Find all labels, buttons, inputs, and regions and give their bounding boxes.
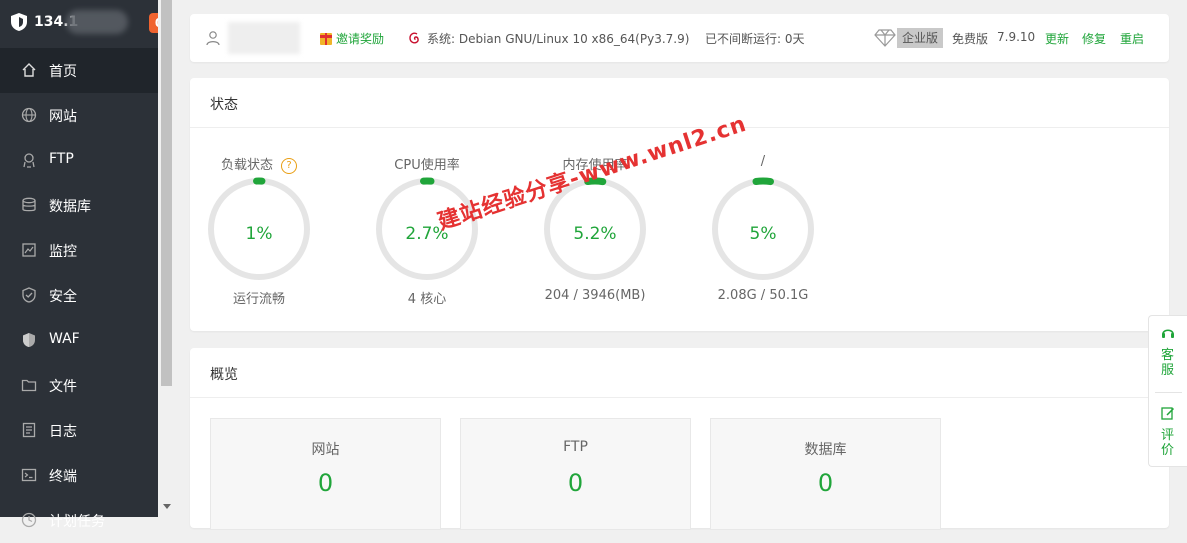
invite-reward-link[interactable]: 邀请奖励 xyxy=(336,30,384,47)
card-label: 网站 xyxy=(311,442,340,458)
sidebar-item-label: 终端 xyxy=(49,469,77,485)
debian-logo-icon xyxy=(409,32,419,44)
headset-icon[interactable] xyxy=(1161,326,1175,340)
scroll-down-arrow-icon[interactable] xyxy=(163,504,171,509)
database-icon xyxy=(22,197,36,212)
header-bar: 邀请奖励 系统: Debian GNU/Linux 10 x86_64(Py3.… xyxy=(190,14,1169,62)
sidebar: 134.1 0 首页 网站 FTP 数据库 监控 安全 WAF 文件 日志 终端 xyxy=(0,0,169,530)
username-redaction xyxy=(228,22,300,54)
panel-version: 7.9.10 xyxy=(997,30,1036,44)
home-icon xyxy=(22,63,36,77)
sidebar-item-label: FTP xyxy=(49,151,74,167)
sidebar-item-logs[interactable]: 日志 xyxy=(0,408,158,453)
sidebar-item-label: 数据库 xyxy=(49,199,91,215)
clock-icon xyxy=(21,512,37,528)
logo-shield-icon xyxy=(11,13,27,31)
sidebar-item-terminal[interactable]: 终端 xyxy=(0,453,158,498)
overview-card-ftp[interactable]: FTP 0 xyxy=(460,418,691,530)
sidebar-item-website[interactable]: 网站 xyxy=(0,93,158,138)
overview-card-database[interactable]: 数据库 0 xyxy=(710,418,941,530)
globe-icon xyxy=(21,107,37,123)
status-panel: 状态 负载状态? 1% 运行流畅 CPU使用率 2.7% 4 核心 内存使用率 … xyxy=(190,78,1169,331)
sidebar-item-home[interactable]: 首页 xyxy=(0,48,158,93)
sidebar-item-label: 文件 xyxy=(49,379,77,395)
enterprise-edition-badge[interactable]: 企业版 xyxy=(897,28,944,48)
overview-card-website[interactable]: 网站 0 xyxy=(210,418,441,530)
gauge-subtext: 204 / 3946(MB) xyxy=(544,288,646,303)
sidebar-header: 134.1 0 xyxy=(0,0,169,48)
sidebar-item-files[interactable]: 文件 xyxy=(0,363,158,408)
log-icon xyxy=(22,422,36,438)
diamond-icon xyxy=(874,29,896,47)
gift-icon xyxy=(320,33,332,45)
overview-title: 概览 xyxy=(210,367,238,383)
overview-panel: 概览 网站 0 FTP 0 数据库 0 xyxy=(190,348,1169,530)
uptime-info: 已不间断运行: 0天 xyxy=(705,32,805,46)
restart-link[interactable]: 重启 xyxy=(1120,30,1144,47)
folder-icon xyxy=(21,379,37,392)
feedback-button[interactable]: 评价 xyxy=(1161,428,1175,458)
customer-service-button[interactable]: 客服 xyxy=(1161,348,1175,378)
sidebar-item-label: 安全 xyxy=(49,289,77,305)
card-count[interactable]: 0 xyxy=(211,469,440,497)
gauge-label: CPU使用率 xyxy=(394,158,460,173)
gauge-subtext: 运行流畅 xyxy=(232,292,285,307)
repair-link[interactable]: 修复 xyxy=(1082,30,1106,47)
free-edition-label: 免费版 xyxy=(952,32,989,46)
sidebar-item-security[interactable]: 安全 xyxy=(0,273,158,318)
sidebar-item-label: 监控 xyxy=(49,244,77,260)
ftp-icon xyxy=(23,153,35,168)
shield-check-icon xyxy=(22,287,36,303)
sidebar-item-label: 网站 xyxy=(49,109,77,125)
gauge-value: 5% xyxy=(749,224,777,244)
system-info: 系统: Debian GNU/Linux 10 x86_64(Py3.7.9) xyxy=(427,32,690,46)
gauge-value: 5.2% xyxy=(573,224,617,244)
sidebar-item-ftp[interactable]: FTP xyxy=(0,138,158,183)
gauge-label: 负载状态? xyxy=(194,154,324,174)
card-label: FTP xyxy=(563,439,588,455)
sidebar-item-cron[interactable]: 计划任务 xyxy=(0,498,158,543)
sidebar-item-label: 计划任务 xyxy=(49,514,105,530)
sidebar-item-label: 首页 xyxy=(49,64,77,80)
divider xyxy=(190,397,1169,398)
card-count[interactable]: 0 xyxy=(711,469,940,497)
scrollbar-thumb[interactable] xyxy=(161,0,172,386)
divider xyxy=(1155,392,1182,393)
sidebar-item-label: WAF xyxy=(49,331,80,347)
gauge-subtext: 2.08G / 50.1G xyxy=(717,288,809,303)
floating-support-widget: 客服 评价 xyxy=(1148,315,1187,467)
update-link[interactable]: 更新 xyxy=(1045,30,1069,47)
gauge-value: 1% xyxy=(245,224,273,244)
status-title: 状态 xyxy=(210,97,238,113)
card-count[interactable]: 0 xyxy=(461,469,690,497)
sidebar-item-waf[interactable]: WAF xyxy=(0,318,158,363)
monitor-icon xyxy=(22,243,36,257)
sidebar-item-monitor[interactable]: 监控 xyxy=(0,228,158,273)
help-question-icon[interactable]: ? xyxy=(281,157,297,174)
terminal-icon xyxy=(21,468,37,482)
gauge-value: 2.7% xyxy=(405,224,449,244)
card-label: 数据库 xyxy=(804,442,847,458)
gauge-label: / xyxy=(760,154,766,169)
ip-redaction xyxy=(66,10,128,34)
user-icon[interactable] xyxy=(205,30,221,46)
sidebar-item-database[interactable]: 数据库 xyxy=(0,183,158,228)
sidebar-item-label: 日志 xyxy=(49,424,77,440)
waf-shield-icon xyxy=(23,333,35,347)
gauge-subtext: 4 核心 xyxy=(407,292,447,307)
edit-icon[interactable] xyxy=(1161,406,1175,420)
